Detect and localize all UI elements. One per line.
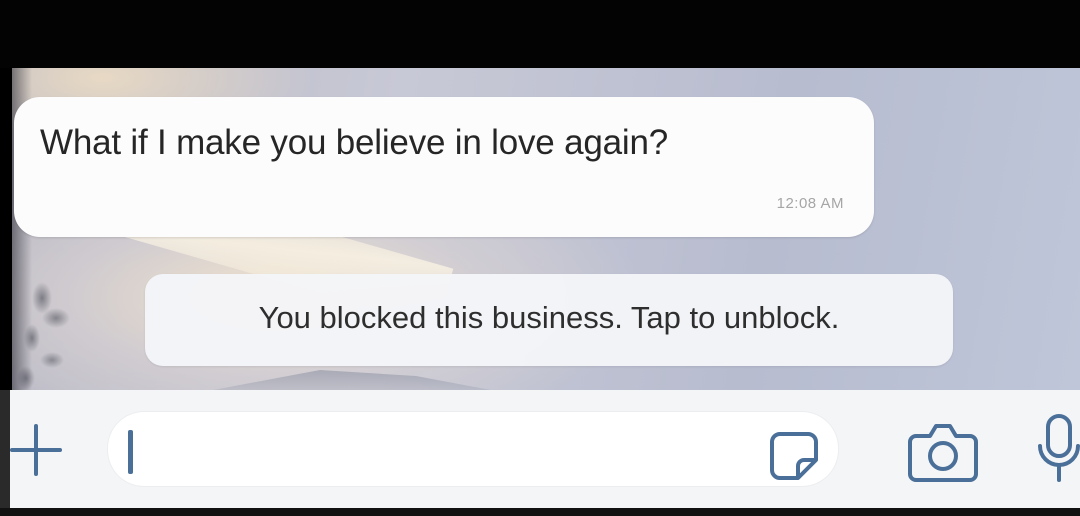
message-text: What if I make you believe in love again… — [40, 123, 668, 162]
message-timestamp: 12:08 AM — [776, 195, 844, 212]
bottom-black-bar — [0, 508, 1080, 516]
text-cursor — [128, 430, 133, 474]
incoming-message-bubble[interactable]: What if I make you believe in love again… — [14, 97, 874, 237]
plus-icon[interactable] — [8, 422, 64, 478]
sticker-icon[interactable] — [766, 428, 822, 484]
camera-icon[interactable] — [906, 418, 980, 488]
top-black-bar — [0, 0, 1080, 68]
blocked-notice-text: You blocked this business. Tap to unbloc… — [258, 300, 840, 335]
microphone-icon[interactable] — [1034, 412, 1080, 492]
message-input[interactable] — [108, 412, 838, 486]
blocked-notice[interactable]: You blocked this business. Tap to unbloc… — [145, 274, 953, 366]
chat-screen: What if I make you believe in love again… — [0, 0, 1080, 516]
